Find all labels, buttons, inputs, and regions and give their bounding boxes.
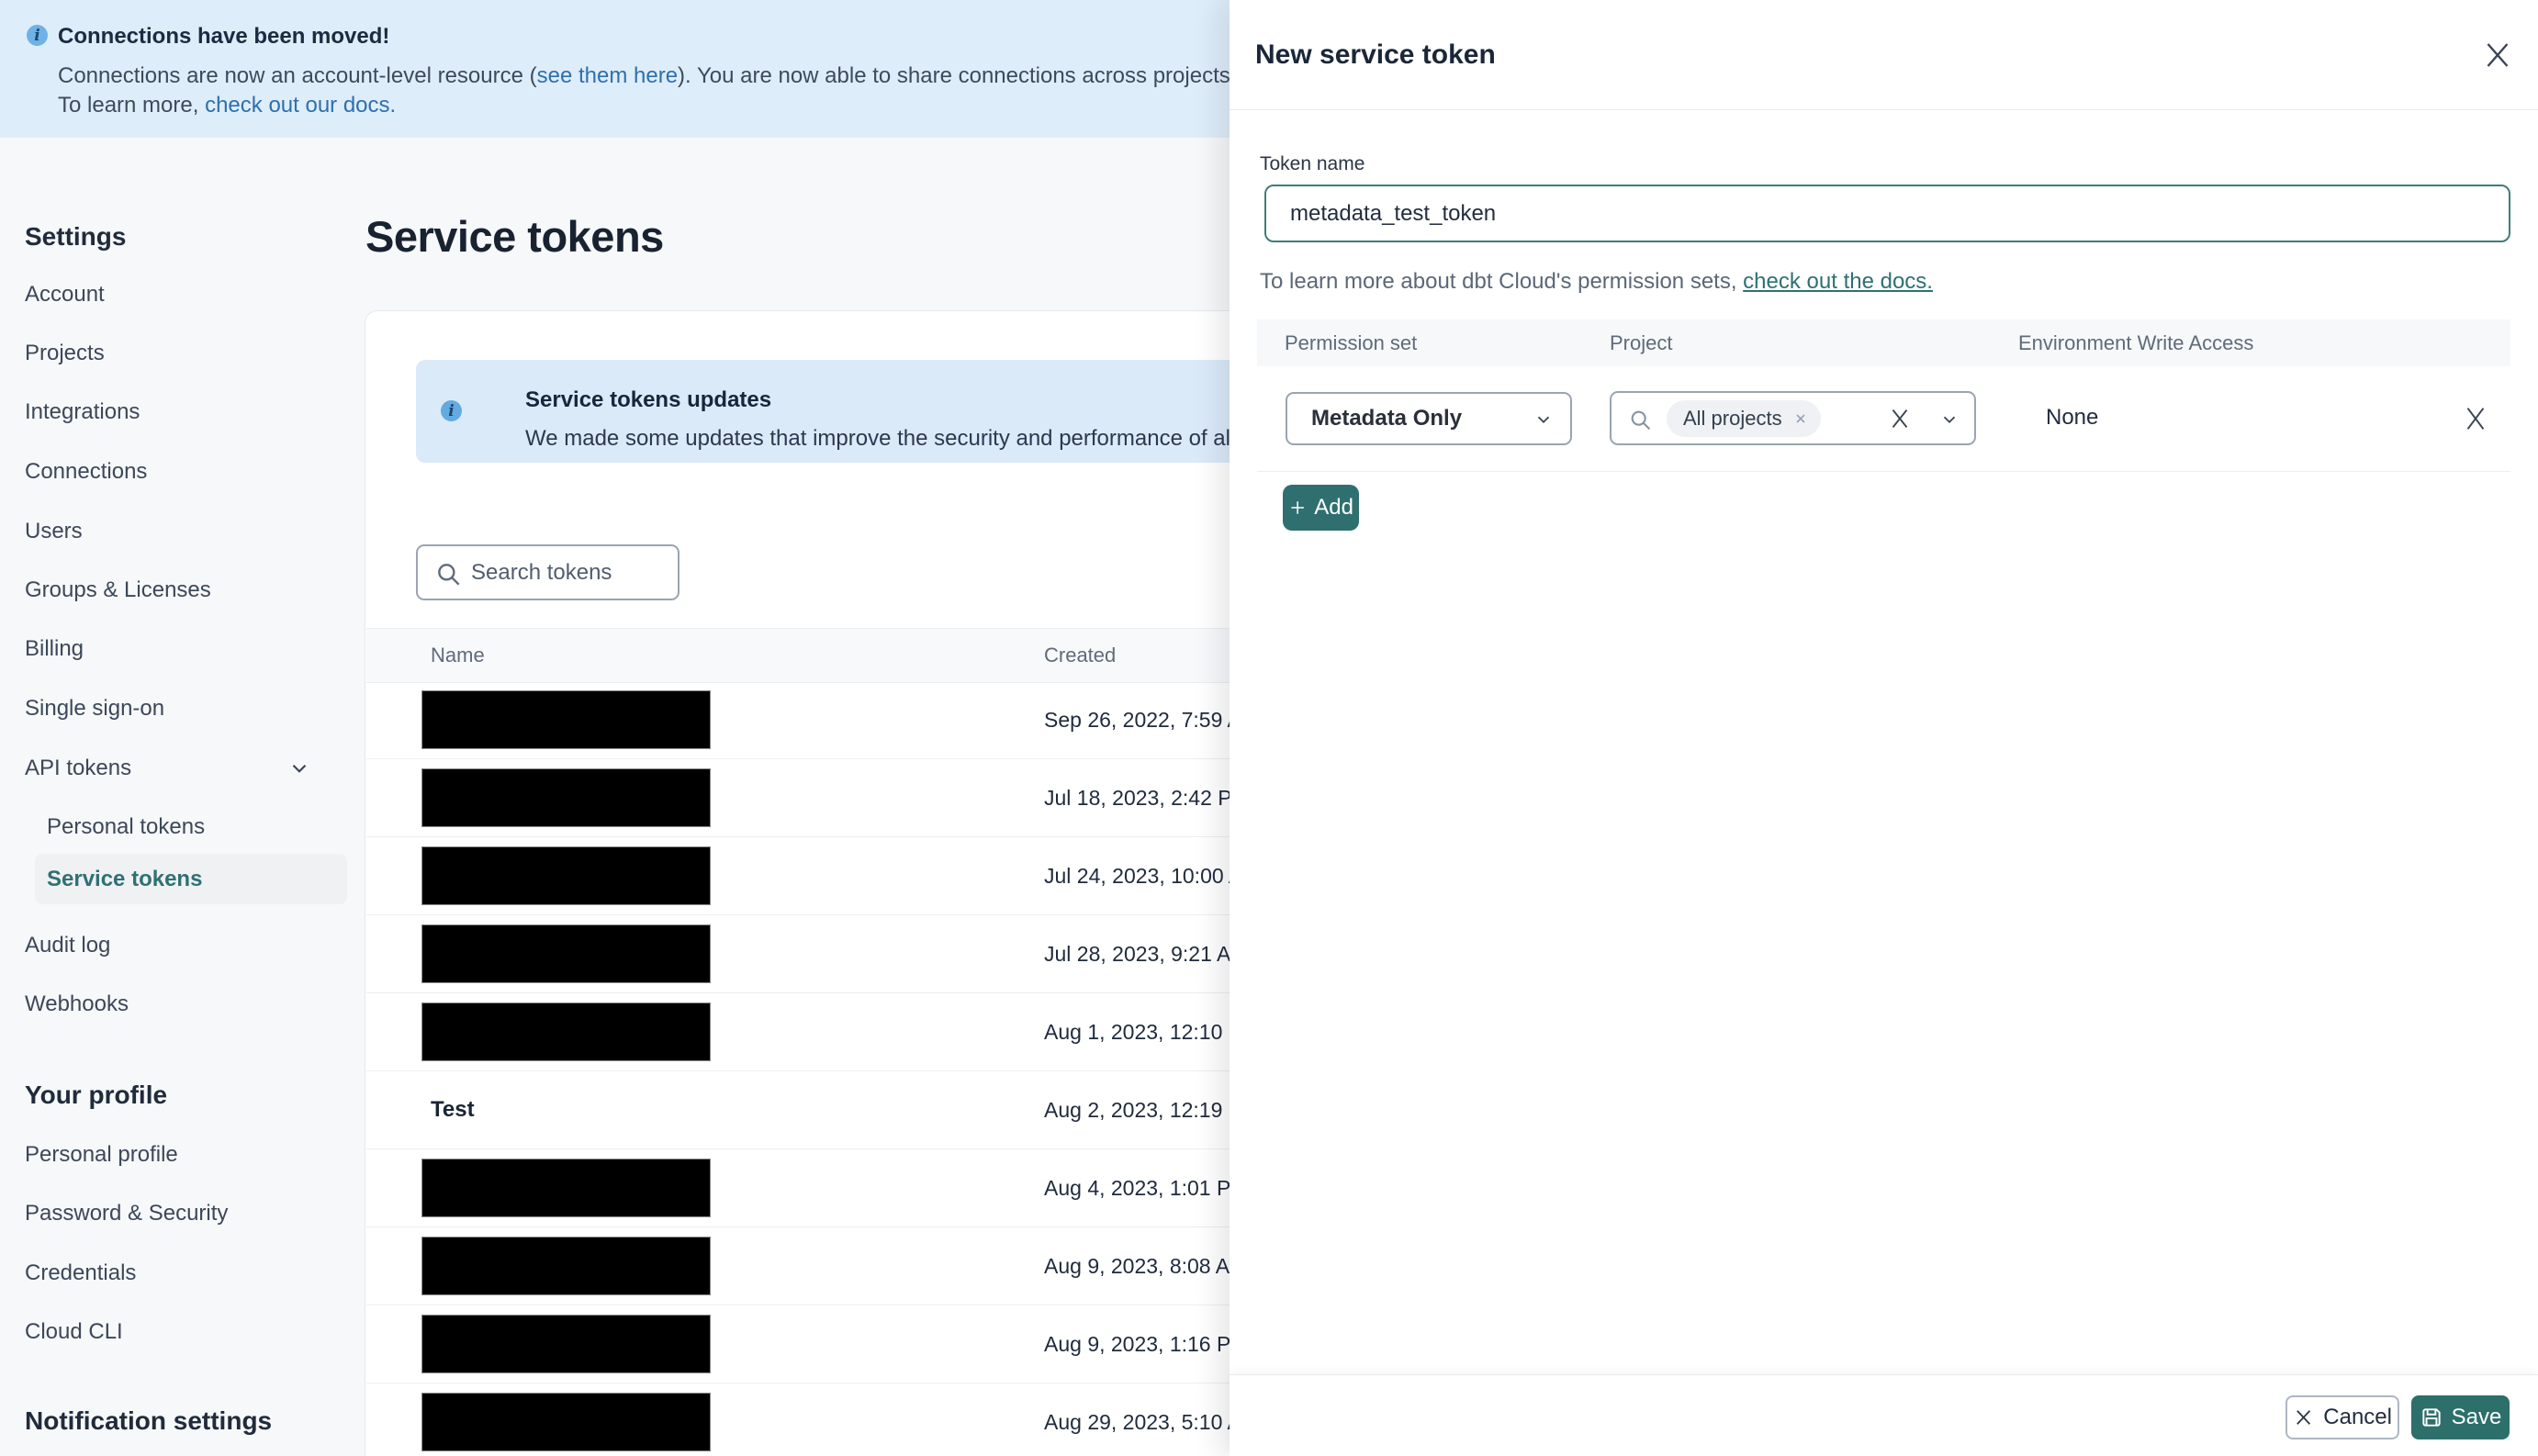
drawer-footer: Cancel Save bbox=[1230, 1374, 2538, 1456]
token-name-input[interactable] bbox=[1264, 185, 2510, 242]
banner-learn-more: To learn more, check out our docs. bbox=[58, 93, 397, 118]
column-header-project: Project bbox=[1610, 331, 1673, 354]
close-button[interactable] bbox=[2481, 39, 2514, 72]
drawer-header: New service token bbox=[1230, 0, 2538, 110]
cancel-button-label: Cancel bbox=[2323, 1405, 2392, 1429]
permissions-table-header: Permission set Project Environment Write… bbox=[1257, 319, 2510, 366]
add-button-label: Add bbox=[1314, 495, 1353, 520]
sidebar-item-cloud-cli[interactable]: Cloud CLI bbox=[25, 1316, 123, 1348]
sidebar-item-service-tokens[interactable]: Service tokens bbox=[47, 864, 202, 895]
sidebar-item-personal-profile[interactable]: Personal profile bbox=[25, 1139, 178, 1170]
redacted-name[interactable] bbox=[421, 1002, 711, 1061]
drawer-title: New service token bbox=[1255, 39, 1496, 70]
sidebar-item-users[interactable]: Users bbox=[25, 516, 83, 547]
search-icon bbox=[438, 564, 460, 586]
project-multiselect[interactable]: All projects bbox=[1610, 391, 1976, 445]
sidebar-item-api-tokens[interactable]: API tokens bbox=[25, 753, 131, 784]
permission-set-value: Metadata Only bbox=[1311, 406, 1463, 431]
infobox-title: Service tokens updates bbox=[525, 387, 772, 412]
redacted-name[interactable] bbox=[421, 846, 711, 905]
search-icon bbox=[1631, 410, 1651, 431]
redacted-name[interactable] bbox=[421, 1315, 711, 1373]
environment-write-access-value: None bbox=[2046, 405, 2099, 430]
save-button-label: Save bbox=[2451, 1405, 2502, 1429]
sidebar-item-integrations[interactable]: Integrations bbox=[25, 397, 140, 428]
project-chip-label: All projects bbox=[1683, 407, 1782, 430]
remove-row-icon bbox=[2466, 408, 2485, 430]
cancel-icon bbox=[2297, 1410, 2311, 1425]
sidebar-item-account[interactable]: Account bbox=[25, 279, 105, 310]
permission-set-select[interactable]: Metadata Only bbox=[1286, 392, 1572, 445]
sidebar-item-billing[interactable]: Billing bbox=[25, 633, 84, 665]
add-permission-button[interactable]: Add bbox=[1283, 485, 1359, 531]
redacted-name[interactable] bbox=[421, 690, 711, 749]
check-our-docs-link[interactable]: check out our docs. bbox=[205, 93, 396, 118]
permission-sets-note: To learn more about dbt Cloud's permissi… bbox=[1260, 269, 1933, 294]
sidebar-heading-notification-settings: Notification settings bbox=[25, 1406, 273, 1435]
sidebar-item-credentials[interactable]: Credentials bbox=[25, 1258, 136, 1289]
column-header-created: Created bbox=[1044, 644, 1117, 666]
info-icon: i bbox=[441, 400, 462, 421]
sidebar-item-personal-tokens[interactable]: Personal tokens bbox=[47, 812, 205, 843]
column-header-env-write-access: Environment Write Access bbox=[2018, 331, 2254, 354]
sidebar-heading-your-profile: Your profile bbox=[25, 1081, 168, 1109]
sidebar-heading-settings: Settings bbox=[25, 222, 127, 251]
save-button[interactable]: Save bbox=[2411, 1395, 2510, 1439]
sidebar-item-groups-licenses[interactable]: Groups & Licenses bbox=[25, 575, 211, 606]
column-header-permission-set: Permission set bbox=[1285, 331, 1418, 354]
page-title: Service tokens bbox=[365, 212, 664, 261]
token-name-link[interactable]: Test bbox=[431, 1071, 475, 1148]
sidebar-item-single-sign-on[interactable]: Single sign-on bbox=[25, 693, 164, 724]
new-service-token-drawer: New service token Token name To learn mo… bbox=[1230, 0, 2538, 1456]
redacted-name[interactable] bbox=[421, 1159, 711, 1217]
close-icon bbox=[2487, 43, 2509, 67]
sidebar-item-webhooks[interactable]: Webhooks bbox=[25, 989, 129, 1020]
sidebar-item-connections[interactable]: Connections bbox=[25, 456, 147, 487]
search-input[interactable] bbox=[469, 550, 666, 596]
redacted-name[interactable] bbox=[421, 768, 711, 827]
chevron-down-icon[interactable] bbox=[287, 756, 311, 785]
chevron-down-icon bbox=[1537, 416, 1550, 424]
sidebar-item-password-security[interactable]: Password & Security bbox=[25, 1198, 228, 1229]
created-cell: Jul 24, 2023, 10:00 AM bbox=[1044, 864, 1261, 888]
sidebar-item-projects[interactable]: Projects bbox=[25, 338, 105, 369]
banner-body: Connections are now an account-level res… bbox=[58, 63, 1421, 88]
search-tokens-box bbox=[416, 544, 679, 600]
remove-row-button[interactable] bbox=[2460, 403, 2491, 434]
dbt-cloud-settings-screen: i Connections have been moved! Connectio… bbox=[0, 0, 2538, 1456]
cancel-button[interactable]: Cancel bbox=[2285, 1395, 2399, 1439]
see-them-here-link[interactable]: see them here bbox=[537, 63, 678, 88]
project-chip: All projects bbox=[1667, 400, 1821, 437]
clear-selection-button[interactable] bbox=[1886, 405, 1914, 435]
check-out-docs-link[interactable]: check out the docs. bbox=[1743, 269, 1933, 294]
plus-icon bbox=[1291, 501, 1304, 514]
save-icon bbox=[2421, 1408, 2441, 1427]
info-icon: i bbox=[27, 25, 48, 46]
redacted-name[interactable] bbox=[421, 1393, 711, 1451]
sidebar-item-audit-log[interactable]: Audit log bbox=[25, 930, 110, 961]
redacted-name[interactable] bbox=[421, 1237, 711, 1295]
column-header-name: Name bbox=[431, 644, 485, 666]
banner-title: Connections have been moved! bbox=[58, 24, 390, 49]
clear-icon bbox=[1892, 409, 1908, 428]
chevron-down-icon[interactable] bbox=[1939, 409, 1960, 434]
token-name-label: Token name bbox=[1260, 153, 1365, 174]
chip-remove-icon[interactable] bbox=[1793, 411, 1808, 426]
redacted-name[interactable] bbox=[421, 924, 711, 983]
permission-row: Metadata Only All projects None bbox=[1257, 366, 2510, 472]
